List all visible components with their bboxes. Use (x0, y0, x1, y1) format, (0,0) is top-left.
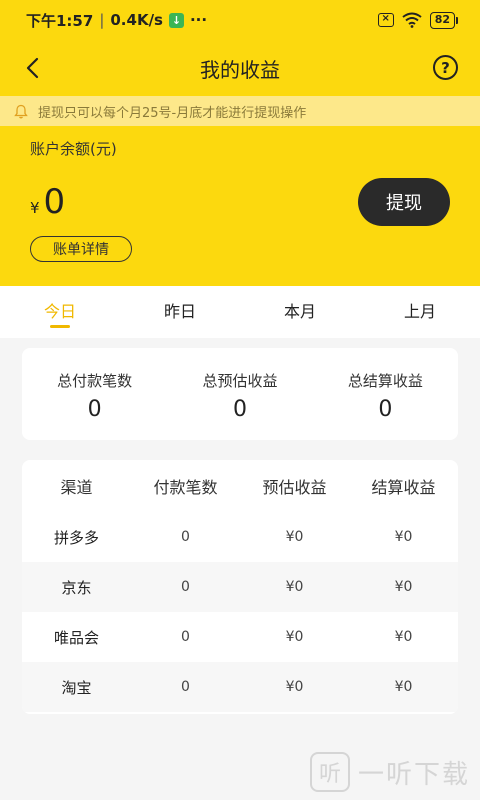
watermark: 听 一听下载 (309, 752, 470, 792)
tab-last-month[interactable]: 上月 (360, 286, 480, 338)
cell-estimated: ¥0 (285, 579, 304, 595)
summary-total-payments: 总付款笔数 0 (22, 348, 167, 440)
no-sim-icon: × (377, 13, 394, 27)
tab-this-month[interactable]: 本月 (240, 286, 360, 338)
battery-tip (456, 16, 458, 24)
header-payments: 付款笔数 (153, 478, 218, 497)
table-row: 淘宝 0 ¥0 ¥0 (22, 662, 458, 712)
cell-payments: 0 (181, 579, 190, 595)
summary-value: 0 (378, 397, 393, 422)
summary-label: 总付款笔数 (57, 372, 133, 390)
tab-today[interactable]: 今日 (0, 286, 120, 338)
cell-payments: 0 (181, 629, 190, 645)
cell-channel: 拼多多 (53, 528, 99, 547)
header-settled: 结算收益 (371, 478, 436, 497)
status-left: 下午1:57 | 0.4K/s ↓ ··· (26, 10, 207, 31)
table-row: 京东 0 ¥0 ¥0 (22, 562, 458, 612)
network-speed: 0.4K/s (110, 11, 163, 29)
summary-label: 总结算收益 (347, 372, 423, 390)
header-channel: 渠道 (60, 478, 93, 497)
table-header: 渠道 付款笔数 预估收益 结算收益 (22, 460, 458, 512)
status-separator: | (99, 11, 105, 29)
summary-estimated-income: 总预估收益 0 (167, 348, 312, 440)
cell-payments: 0 (181, 679, 190, 695)
balance-value: 0 (43, 182, 66, 222)
withdraw-button[interactable]: 提现 (358, 178, 450, 226)
summary-value: 0 (232, 397, 247, 422)
cell-channel: 京东 (61, 578, 92, 597)
notice-banner: 提现只可以每个月25号-月底才能进行提现操作 (0, 96, 480, 126)
status-bar: 下午1:57 | 0.4K/s ↓ ··· × 82 (0, 0, 480, 40)
page-title: 我的收益 (200, 57, 280, 82)
battery-indicator: 82 (429, 11, 458, 29)
header-estimated: 预估收益 (262, 478, 327, 497)
balance-amount: ¥ 0 (30, 182, 65, 222)
summary-settled-income: 总结算收益 0 (313, 348, 458, 440)
status-time: 下午1:57 (26, 11, 94, 30)
cell-settled: ¥0 (394, 579, 413, 595)
more-notifications-icon: ··· (189, 11, 208, 29)
bill-details-button[interactable]: 账单详情 (30, 236, 132, 262)
period-tabs: 今日 昨日 本月 上月 (0, 286, 480, 338)
currency-symbol: ¥ (30, 199, 40, 217)
battery-level: 82 (429, 11, 455, 29)
nav-bar: 我的收益 ? (0, 40, 480, 96)
balance-card: 账户余额(元) ¥ 0 提现 账单详情 (0, 126, 480, 286)
cell-channel: 唯品会 (53, 628, 99, 647)
watermark-logo-icon: 听 (309, 752, 350, 792)
back-arrow-icon[interactable] (20, 54, 48, 82)
cell-payments: 0 (181, 529, 190, 545)
notice-text: 提现只可以每个月25号-月底才能进行提现操作 (38, 105, 307, 121)
cell-settled: ¥0 (394, 529, 413, 545)
table-row: 唯品会 0 ¥0 ¥0 (22, 612, 458, 662)
watermark-text: 一听下载 (357, 759, 470, 790)
tab-yesterday[interactable]: 昨日 (120, 286, 240, 338)
cell-settled: ¥0 (394, 629, 413, 645)
table-row: 拼多多 0 ¥0 ¥0 (22, 512, 458, 562)
cell-channel: 淘宝 (61, 678, 92, 697)
cell-estimated: ¥0 (285, 679, 304, 695)
balance-label: 账户余额(元) (30, 140, 117, 158)
cell-estimated: ¥0 (285, 629, 304, 645)
summary-value: 0 (87, 397, 102, 422)
channel-table: 渠道 付款笔数 预估收益 结算收益 拼多多 0 ¥0 ¥0 京东 0 ¥0 ¥0… (22, 460, 458, 714)
cell-settled: ¥0 (394, 679, 413, 695)
help-icon[interactable]: ? (433, 55, 458, 80)
summary-card: 总付款笔数 0 总预估收益 0 总结算收益 0 (22, 348, 458, 440)
status-right: × 82 (377, 11, 458, 29)
summary-label: 总预估收益 (202, 372, 278, 390)
download-icon: ↓ (168, 12, 184, 28)
cell-estimated: ¥0 (285, 529, 304, 545)
bell-icon (14, 104, 28, 118)
wifi-icon (402, 12, 422, 28)
